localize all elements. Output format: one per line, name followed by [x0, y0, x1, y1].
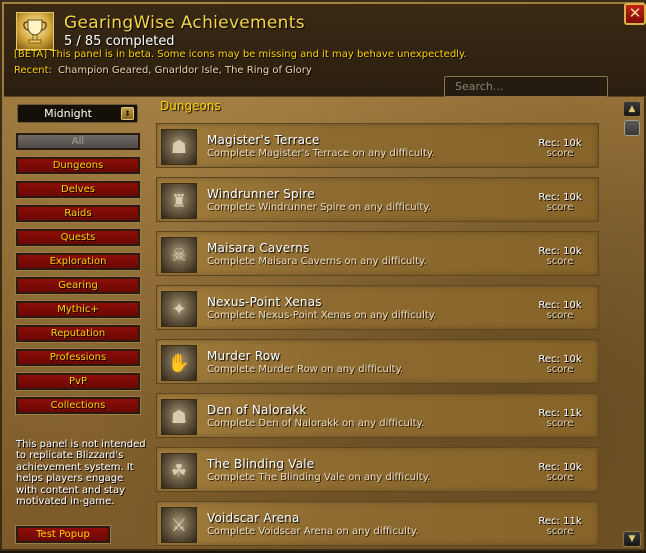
achievement-description: Complete The Blinding Vale on any diffic… [207, 472, 431, 483]
search-input[interactable] [444, 76, 608, 97]
achievement-description: Complete Voidscar Arena on any difficult… [207, 526, 419, 537]
dungeon-portrait-icon: ♜ [161, 183, 197, 219]
category-delves[interactable]: Delves [15, 180, 141, 199]
dungeon-portrait-icon: ⚔ [161, 507, 197, 543]
rec-score-label: score [546, 310, 574, 321]
expansion-dropdown[interactable]: Midnight ⬍ [17, 104, 138, 123]
rec-score-label: score [546, 472, 574, 483]
category-dungeons[interactable]: Dungeons [15, 156, 141, 175]
disclaimer-note: This panel is not intended to replicate … [16, 439, 146, 508]
category-pvp[interactable]: PvP [15, 372, 141, 391]
rec-score-label: score [546, 148, 574, 159]
achievement-row[interactable]: ✦ Nexus-Point Xenas Complete Nexus-Point… [156, 285, 599, 330]
achievement-name: Windrunner Spire [207, 187, 315, 201]
rec-score-label: score [546, 256, 574, 267]
recommended-score: Rec: 11k score [532, 409, 588, 429]
beta-notice: [BETA] This panel is in beta. Some icons… [14, 49, 467, 60]
category-exploration[interactable]: Exploration [15, 252, 141, 271]
section-title: Dungeons [160, 99, 221, 113]
recent-value: Champion Geared, Gnarldor Isle, The Ring… [57, 65, 312, 76]
achievement-name: Magister's Terrace [207, 133, 320, 147]
recent-label: Recent: [14, 65, 52, 76]
rec-score-label: score [546, 202, 574, 213]
achievement-description: Complete Windrunner Spire on any difficu… [207, 202, 431, 213]
window-title: GearingWise Achievements [64, 13, 305, 33]
recommended-score: Rec: 10k score [532, 463, 588, 483]
achievement-name: Maisara Caverns [207, 241, 310, 255]
recent-achievements: Recent: Champion Geared, Gnarldor Isle, T… [14, 65, 312, 76]
achievement-description: Complete Murder Row on any difficulty. [207, 364, 404, 375]
achievement-name: The Blinding Vale [207, 457, 315, 471]
trophy-cup-icon [16, 12, 54, 50]
achievement-name: Nexus-Point Xenas [207, 295, 322, 309]
category-all[interactable]: All [15, 132, 141, 151]
rec-score-label: score [546, 526, 574, 537]
achievement-description: Complete Magister's Terrace on any diffi… [207, 148, 435, 159]
category-reputation[interactable]: Reputation [15, 324, 141, 343]
recommended-score: Rec: 11k score [532, 517, 588, 537]
achievement-row[interactable]: ☗ Magister's Terrace Complete Magister's… [156, 123, 599, 168]
achievement-row[interactable]: ☗ Den of Nalorakk Complete Den of Nalora… [156, 393, 599, 438]
achievement-description: Complete Maisara Caverns on any difficul… [207, 256, 427, 267]
expansion-selected: Midnight [44, 107, 92, 120]
recommended-score: Rec: 10k score [532, 355, 588, 375]
dungeon-portrait-icon: ☘ [161, 453, 197, 489]
category-mythic-plus[interactable]: Mythic+ [15, 300, 141, 319]
achievement-row[interactable]: ☠ Maisara Caverns Complete Maisara Caver… [156, 231, 599, 276]
category-raids[interactable]: Raids [15, 204, 141, 223]
achievement-name: Den of Nalorakk [207, 403, 307, 417]
achievement-row[interactable]: ☘ The Blinding Vale Complete The Blindin… [156, 447, 599, 492]
scroll-up-button[interactable]: ▲ [623, 101, 641, 117]
recommended-score: Rec: 10k score [532, 247, 588, 267]
achievement-row[interactable]: ✋ Murder Row Complete Murder Row on any … [156, 339, 599, 384]
achievement-description: Complete Nexus-Point Xenas on any diffic… [207, 310, 437, 321]
completion-count: 5 / 85 completed [64, 34, 175, 49]
achievements-window: GearingWise Achievements 5 / 85 complete… [0, 0, 646, 551]
recommended-score: Rec: 10k score [532, 301, 588, 321]
category-gearing[interactable]: Gearing [15, 276, 141, 295]
test-popup-button[interactable]: Test Popup [15, 525, 111, 544]
recommended-score: Rec: 10k score [532, 139, 588, 159]
scroll-thumb[interactable] [624, 120, 640, 136]
dungeon-portrait-icon: ✋ [161, 345, 197, 381]
close-button[interactable]: ✕ [624, 3, 646, 25]
category-collections[interactable]: Collections [15, 396, 141, 415]
dungeon-portrait-icon: ☗ [161, 399, 197, 435]
dungeon-portrait-icon: ☠ [161, 237, 197, 273]
achievement-name: Voidscar Arena [207, 511, 300, 525]
rec-score-label: score [546, 364, 574, 375]
achievement-row[interactable]: ♜ Windrunner Spire Complete Windrunner S… [156, 177, 599, 222]
achievement-list: ☗ Magister's Terrace Complete Magister's… [156, 123, 599, 553]
scroll-down-button[interactable]: ▼ [623, 531, 641, 547]
recommended-score: Rec: 10k score [532, 193, 588, 213]
category-professions[interactable]: Professions [15, 348, 141, 367]
achievement-row[interactable]: ⚔ Voidscar Arena Complete Voidscar Arena… [156, 501, 599, 546]
scrollbar[interactable]: ▲ ▼ [623, 101, 641, 549]
achievement-name: Murder Row [207, 349, 281, 363]
achievement-description: Complete Den of Nalorakk on any difficul… [207, 418, 425, 429]
category-quests[interactable]: Quests [15, 228, 141, 247]
rec-score-label: score [546, 418, 574, 429]
dropdown-arrow-icon[interactable]: ⬍ [121, 107, 134, 120]
dungeon-portrait-icon: ☗ [161, 129, 197, 165]
dungeon-portrait-icon: ✦ [161, 291, 197, 327]
